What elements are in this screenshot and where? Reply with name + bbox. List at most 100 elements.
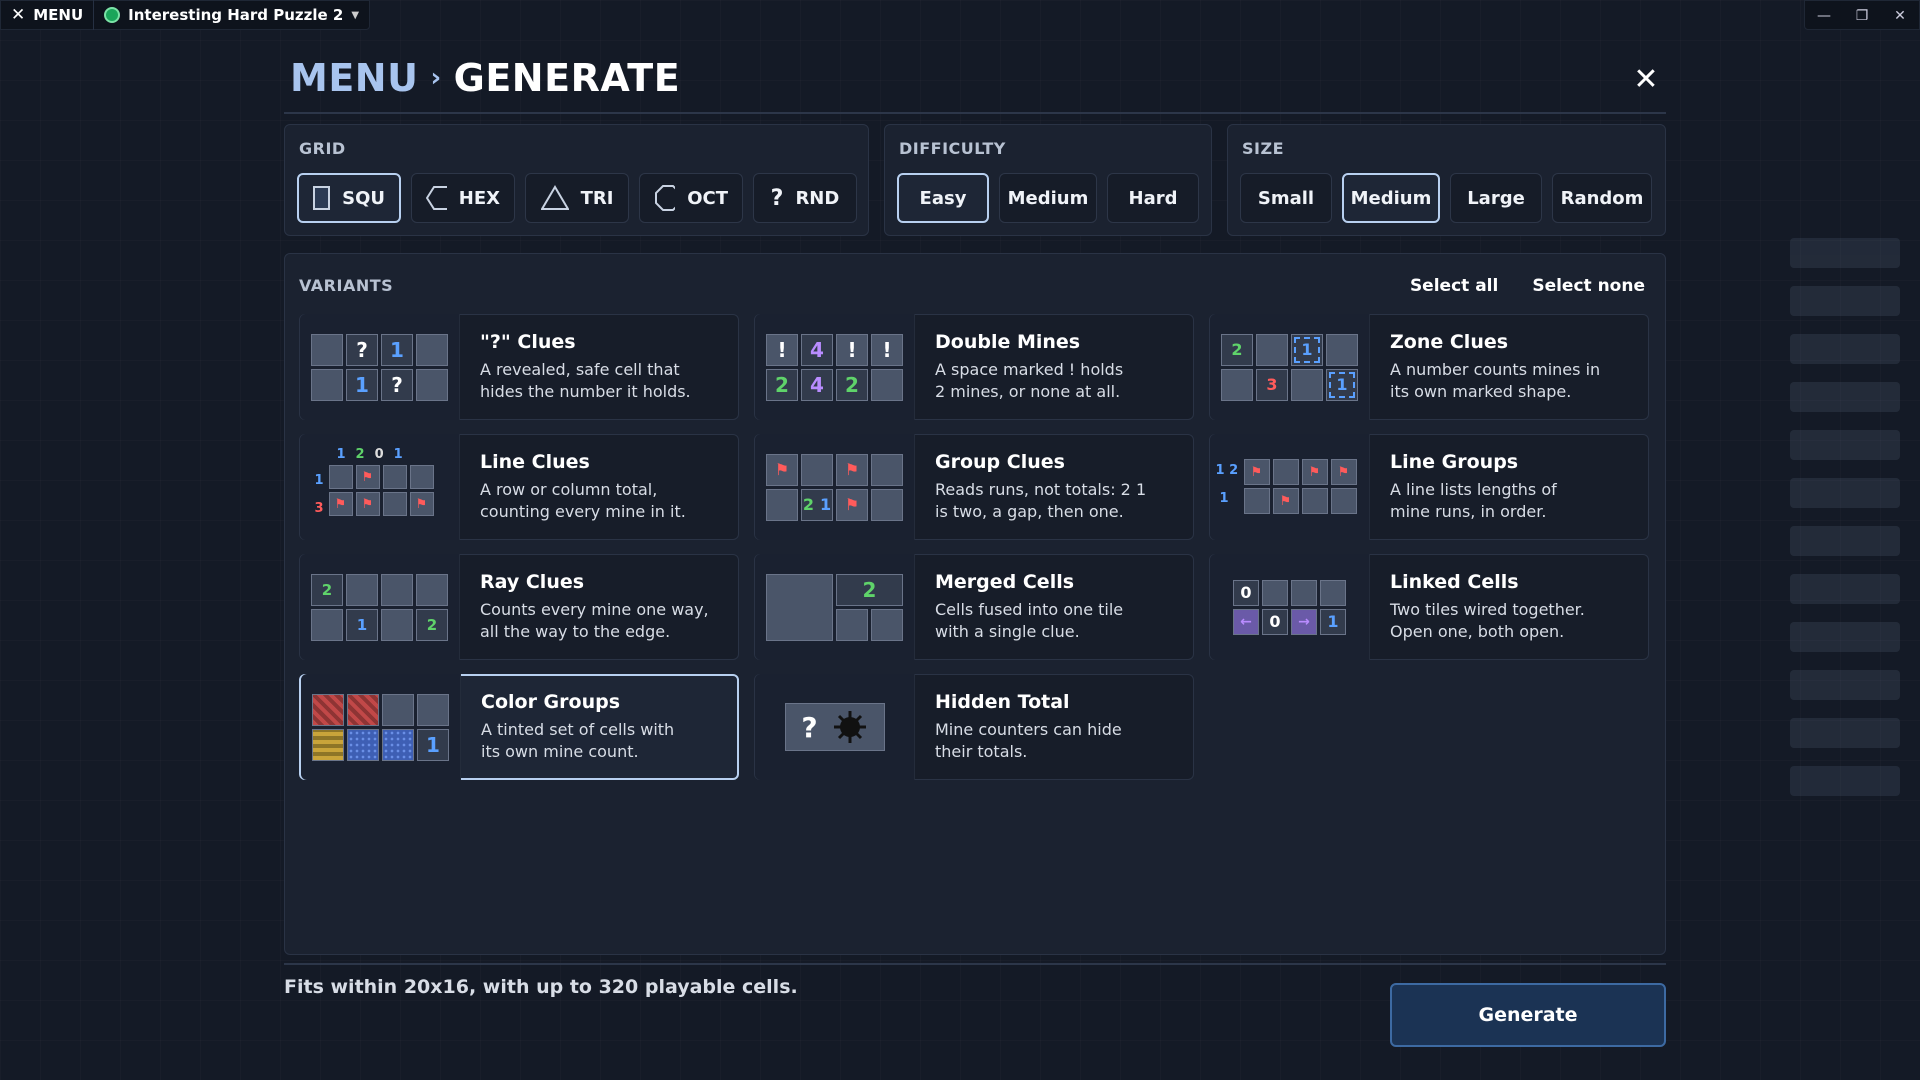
- window-controls: — ❐ ✕: [1804, 0, 1920, 30]
- thumb-cell: ?: [381, 368, 413, 401]
- grid-label: GRID: [299, 139, 346, 158]
- minimize-icon[interactable]: —: [1805, 1, 1843, 31]
- variant-description: A tinted set of cells with its own mine …: [481, 720, 675, 761]
- size-small[interactable]: Small: [1240, 173, 1332, 223]
- chevron-down-icon: ▼: [351, 9, 360, 21]
- mine-icon: [833, 711, 866, 743]
- thumb-clue: 2: [355, 447, 365, 462]
- size-random[interactable]: Random: [1552, 173, 1652, 223]
- variant-card-line-groups[interactable]: 1 2 1 ⚑ ⚑ ⚑ ⚑ Line Groups A line lists leng…: [1209, 434, 1649, 540]
- question-icon: ?: [770, 185, 784, 211]
- variant-thumbnail: ! 4!! 242: [755, 314, 915, 420]
- thumb-cell: 0: [1262, 608, 1288, 635]
- variants-panel: VARIANTS Select all Select none ? 1 1? "?…: [284, 253, 1666, 955]
- thumb-cell: !: [871, 333, 903, 366]
- flag-icon: ⚑: [1330, 459, 1357, 485]
- size-label: SIZE: [1242, 139, 1285, 158]
- globe-icon: [104, 7, 121, 23]
- size-option-label: Random: [1560, 187, 1644, 209]
- variant-description: Mine counters can hide their totals.: [935, 720, 1122, 761]
- thumb-cell: 2: [836, 573, 903, 606]
- background-toolbar: [1770, 220, 1920, 870]
- flag-icon: ⚑: [766, 453, 798, 486]
- variant-card-line-clues[interactable]: 1 2 0 1 1 3 ⚑ ⚑ ⚑ ⚑ Line Clues A row or col…: [299, 434, 739, 540]
- thumb-cell: 1: [346, 608, 378, 641]
- difficulty-hard[interactable]: Hard: [1107, 173, 1199, 223]
- thumb-cell: 1: [1291, 333, 1323, 366]
- variant-title: Line Clues: [480, 451, 590, 473]
- triangle-icon: [540, 185, 569, 210]
- square-icon: [313, 186, 331, 210]
- breadcrumb-separator: ›: [430, 63, 442, 93]
- grid-option-label: HEX: [458, 187, 500, 209]
- menu-label: MENU: [33, 6, 84, 24]
- grid-option-label: SQU: [342, 187, 385, 209]
- grid-option-tri[interactable]: TRI: [525, 173, 629, 223]
- variant-card-question-clues[interactable]: ? 1 1? "?" Clues A revealed, safe cell tha…: [299, 314, 739, 420]
- difficulty-medium[interactable]: Medium: [999, 173, 1097, 223]
- variant-title: Double Mines: [935, 331, 1081, 353]
- divider: [284, 112, 1666, 114]
- variant-title: Hidden Total: [935, 691, 1070, 713]
- grid-option-hex[interactable]: HEX: [411, 173, 515, 223]
- thumb-cell: 1: [1320, 608, 1346, 635]
- size-option-label: Large: [1467, 187, 1525, 209]
- variant-thumbnail: ? 1 1?: [300, 314, 460, 420]
- select-all-link[interactable]: Select all: [1410, 276, 1498, 296]
- thumb-cell: 0: [1233, 579, 1259, 606]
- puzzle-selector[interactable]: Interesting Hard Puzzle 2 ▼: [94, 0, 369, 30]
- grid-option-rnd[interactable]: ? RND: [753, 173, 857, 223]
- difficulty-option-label: Hard: [1128, 187, 1178, 209]
- variant-thumbnail: 1 2 0 1 1 3 ⚑ ⚑ ⚑ ⚑: [300, 434, 460, 540]
- octagon-icon: [655, 185, 676, 211]
- grid-option-oct[interactable]: OCT: [639, 173, 743, 223]
- breadcrumb-menu[interactable]: MENU: [290, 56, 418, 100]
- menu-button[interactable]: ✕ MENU: [1, 0, 95, 30]
- grid-option-label: RND: [795, 187, 840, 209]
- variant-card-color-groups[interactable]: 1 Color Groups A tinted set of cells with…: [299, 674, 739, 780]
- generate-button[interactable]: Generate: [1390, 983, 1666, 1047]
- variant-card-ray-clues[interactable]: 2 12 Ray Clues Counts every mine one way,…: [299, 554, 739, 660]
- variant-card-hidden-total[interactable]: ? Hidden Total Mine counters can hide the…: [754, 674, 1194, 780]
- close-dialog-icon[interactable]: ✕: [1626, 60, 1666, 100]
- variant-card-double-mines[interactable]: ! 4!! 242 Double Mines A space marked ! ho…: [754, 314, 1194, 420]
- variant-description: Cells fused into one tile with a single …: [935, 600, 1124, 641]
- variant-card-group-clues[interactable]: ⚑ ⚑ 2 1 ⚑ Group Clues Reads runs, not totals…: [754, 434, 1194, 540]
- window-close-icon[interactable]: ✕: [1881, 1, 1919, 31]
- variant-title: Ray Clues: [480, 571, 585, 593]
- select-none-link[interactable]: Select none: [1532, 276, 1645, 296]
- question-icon: ?: [801, 710, 818, 744]
- variant-card-linked-cells[interactable]: 0 ← 0 → 1 Linked Cells Two tiles wired toget…: [1209, 554, 1649, 660]
- thumb-clue: 3: [314, 501, 324, 516]
- grid-option-squ[interactable]: SQU: [297, 173, 401, 223]
- grid-panel: GRID SQU HEX TRI OCT ? RND: [284, 124, 869, 236]
- variant-card-merged-cells[interactable]: 2 Merged Cells Cells fused into one tile …: [754, 554, 1194, 660]
- flag-icon: ⚑: [1272, 488, 1299, 514]
- variant-title: Color Groups: [481, 691, 621, 713]
- variant-card-zone-clues[interactable]: 21 31 Zone Clues A number counts mines in…: [1209, 314, 1649, 420]
- variant-title: Line Groups: [1390, 451, 1519, 473]
- thumb-cell: 2: [766, 368, 798, 401]
- flag-icon: ⚑: [409, 492, 434, 516]
- thumb-clue: 1: [314, 473, 324, 488]
- thumb-cell: 4: [801, 368, 833, 401]
- variant-title: Merged Cells: [935, 571, 1075, 593]
- flag-icon: ⚑: [836, 453, 868, 486]
- restore-icon[interactable]: ❐: [1843, 1, 1881, 31]
- thumb-cell: 2: [311, 573, 343, 606]
- close-icon: ✕: [11, 5, 26, 25]
- thumb-cell: 2: [416, 608, 448, 641]
- size-medium[interactable]: Medium: [1342, 173, 1440, 223]
- variant-title: "?" Clues: [480, 331, 576, 353]
- thumb-cell: 2: [1221, 333, 1253, 366]
- thumb-clue: 1: [393, 447, 403, 462]
- grid-option-label: TRI: [580, 187, 614, 209]
- page-title: MENU › GENERATE: [290, 56, 680, 100]
- difficulty-panel: DIFFICULTY Easy Medium Hard: [884, 124, 1212, 236]
- variant-description: Counts every mine one way, all the way t…: [480, 600, 709, 641]
- variant-thumbnail: 2 12: [300, 554, 460, 660]
- variant-title: Zone Clues: [1390, 331, 1509, 353]
- size-large[interactable]: Large: [1450, 173, 1542, 223]
- variant-thumbnail: 2: [755, 554, 915, 660]
- difficulty-easy[interactable]: Easy: [897, 173, 989, 223]
